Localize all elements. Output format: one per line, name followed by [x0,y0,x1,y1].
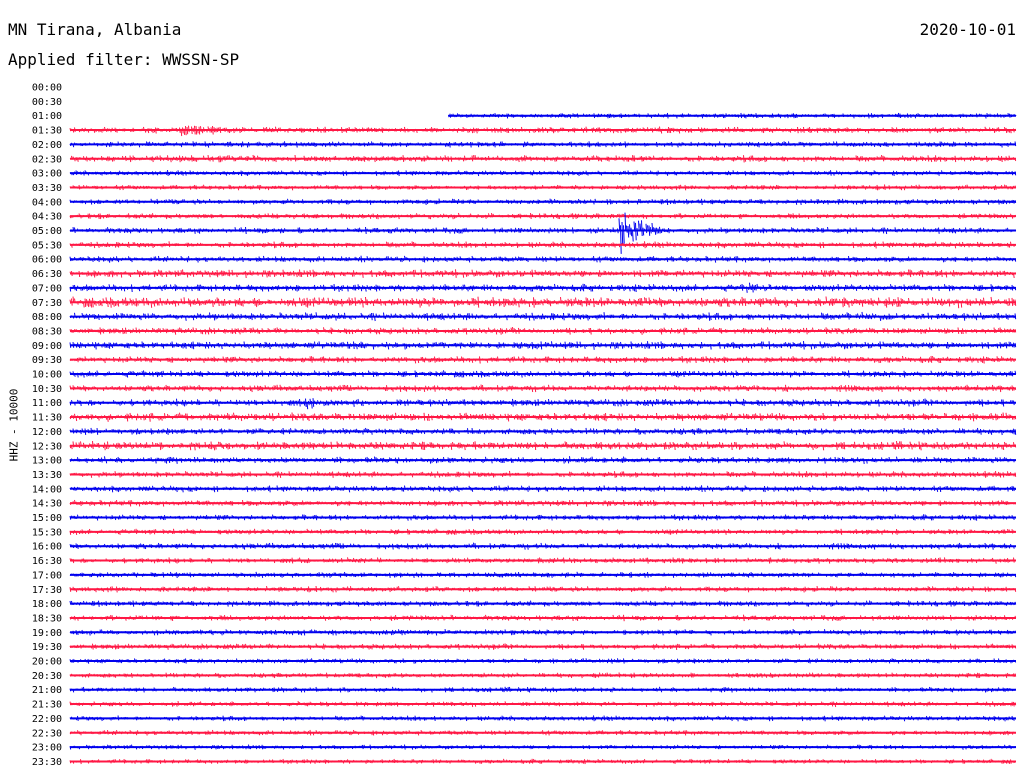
row-time-label: 01:00 [32,111,62,122]
row-time-label: 13:00 [32,456,62,467]
row-time-label: 15:30 [32,527,62,538]
row-time-label: 08:30 [32,326,62,337]
row-time-label: 16:00 [32,542,62,553]
row-time-label: 09:30 [32,355,62,366]
row-time-label: 11:30 [32,413,62,424]
trace-line-0500 [69,212,1017,254]
row-time-label: 04:30 [32,212,62,223]
row-time-label: 06:00 [32,255,62,266]
row-time-label: 22:00 [32,714,62,725]
row-time-label: 04:00 [32,197,62,208]
row-time-label: 02:30 [32,154,62,165]
row-time-label: 18:00 [32,599,62,610]
row-time-label: 21:30 [32,700,62,711]
row-time-label: 12:30 [32,441,62,452]
row-time-label: 10:00 [32,370,62,381]
row-time-label: 00:00 [32,83,62,94]
row-time-label: 07:30 [32,298,62,309]
row-time-label: 02:00 [32,140,62,151]
row-time-label: 11:00 [32,398,62,409]
row-time-label: 01:30 [32,126,62,137]
row-time-label: 16:30 [32,556,62,567]
row-time-label: 17:00 [32,570,62,581]
row-time-label: 03:30 [32,183,62,194]
row-time-label: 21:00 [32,685,62,696]
row-time-label: 14:30 [32,499,62,510]
row-time-label: 08:00 [32,312,62,323]
row-time-label: 22:30 [32,728,62,739]
row-time-label: 13:30 [32,470,62,481]
row-time-label: 20:00 [32,657,62,668]
row-time-label: 19:00 [32,628,62,639]
seismogram-plot: 00:00 00:30 01:00 01:30 02:00 02:30 03:00 03:30… [32,83,1017,768]
row-time-label: 15:00 [32,513,62,524]
row-time-label: 18:30 [32,613,62,624]
row-time-label: 12:00 [32,427,62,438]
row-time-label: 05:00 [32,226,62,237]
row-time-label: 00:30 [32,97,62,108]
row-time-label: 05:30 [32,240,62,251]
row-time-label: 20:30 [32,671,62,682]
row-time-label: 09:00 [32,341,62,352]
row-time-label: 07:00 [32,283,62,294]
row-time-label: 23:30 [32,757,62,768]
row-time-label: 03:00 [32,169,62,180]
row-time-label: 14:00 [32,484,62,495]
row-time-label: 10:30 [32,384,62,395]
row-time-label: 23:00 [32,743,62,754]
row-time-label: 17:30 [32,585,62,596]
row-time-label: 19:30 [32,642,62,653]
row-time-label: 06:30 [32,269,62,280]
